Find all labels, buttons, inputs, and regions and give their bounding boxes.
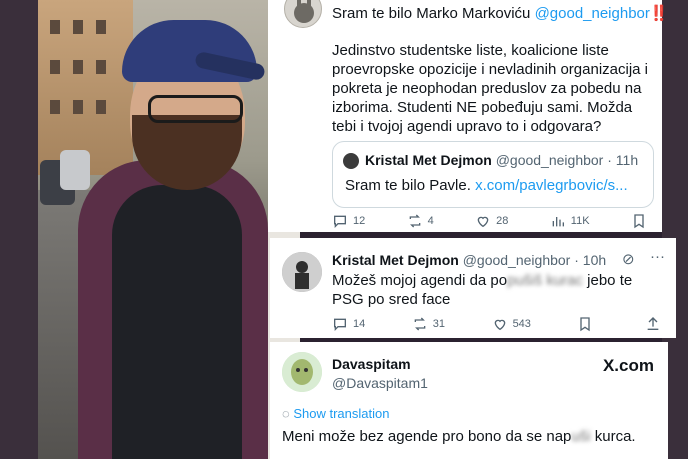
repost-count: 31	[432, 318, 446, 330]
avatar[interactable]	[282, 352, 322, 392]
tweet-card-3[interactable]: Davaspitam @Davaspitam1 X.com ◌ Show tra…	[270, 342, 668, 459]
mention-link[interactable]: @good_neighbor	[535, 5, 650, 22]
background-photo	[0, 0, 300, 459]
like-count: 543	[512, 318, 531, 330]
quote-author-name: Kristal Met Dejmon	[365, 152, 492, 168]
like-count: 28	[496, 215, 509, 227]
reply-icon	[334, 318, 346, 331]
tweet-text-part1: Možeš mojoj agendi da po	[332, 272, 508, 289]
quote-avatar	[343, 153, 359, 169]
blurred-word: uši	[571, 428, 591, 445]
reply-count: 14	[353, 318, 366, 330]
repost-button[interactable]: 4	[407, 213, 434, 229]
views-button[interactable]: 11K	[550, 213, 590, 229]
tweet-text-line2: PSG po sred face	[332, 291, 451, 308]
tweet-time: · 10h	[574, 252, 607, 268]
avatar[interactable]	[282, 252, 322, 292]
views-icon	[552, 217, 564, 227]
tweet-text-part2: jebo te	[583, 272, 633, 289]
x-logo[interactable]: X.com	[603, 356, 654, 376]
tweet-body: Jedinstvo studentske liste, koalicione l…	[332, 42, 649, 135]
tweet-header-text: Sram te bilo Marko Markoviću	[332, 5, 535, 22]
translate-icon: ◌	[282, 406, 290, 421]
quoted-tweet[interactable]: Kristal Met Dejmon @good_neighbor · 11h …	[332, 141, 654, 208]
avatar[interactable]	[284, 0, 322, 28]
quote-link[interactable]: x.com/pavlegrbovic/s...	[475, 177, 628, 194]
repost-count: 4	[427, 215, 434, 227]
quote-handle: @good_neighbor	[495, 152, 604, 168]
author-handle[interactable]: @Davaspitam1	[332, 375, 428, 391]
repost-icon	[409, 214, 420, 228]
heart-icon	[494, 319, 505, 331]
share-icon	[647, 317, 659, 330]
author-name[interactable]: Davaspitam	[332, 356, 411, 372]
tweet-text-part1: Meni može bez agende pro bono da se nap	[282, 428, 572, 445]
quote-text: Sram te bilo Pavle.	[345, 177, 476, 194]
reply-button[interactable]: 14	[332, 316, 365, 332]
bookmark-icon	[580, 317, 591, 332]
like-button[interactable]: 28	[475, 213, 508, 229]
repost-button[interactable]: 31	[412, 316, 445, 332]
share-button[interactable]	[645, 316, 666, 332]
author-handle[interactable]: @good_neighbor	[463, 252, 571, 268]
bookmark-icon	[634, 214, 644, 229]
repost-icon	[414, 317, 426, 331]
double-exclamation-icon: ‼️	[649, 5, 669, 22]
show-translation-link[interactable]: Show translation	[293, 406, 389, 421]
more-icon[interactable]: ···	[650, 248, 665, 265]
grok-icon[interactable]: ⊘	[622, 250, 635, 268]
tweet-card-1[interactable]: Sram te bilo Marko Markoviću @good_neigh…	[268, 0, 669, 232]
author-name[interactable]: Kristal Met Dejmon	[332, 252, 459, 268]
heart-icon	[477, 216, 489, 228]
bookmark-button[interactable]	[631, 213, 652, 229]
quote-time: · 11h	[607, 152, 639, 168]
reply-count: 12	[353, 215, 366, 227]
reply-button[interactable]: 12	[332, 213, 365, 229]
like-button[interactable]: 543	[492, 316, 531, 332]
bookmark-button[interactable]	[577, 316, 598, 332]
views-count: 11K	[570, 215, 590, 227]
tweet-card-2[interactable]: Kristal Met Dejmon @good_neighbor · 10h …	[270, 238, 676, 338]
tweet-text-part2: kurca.	[590, 428, 636, 445]
reply-icon	[334, 215, 346, 228]
blurred-word-2: kurac	[546, 272, 583, 289]
blurred-word-1: pušiš	[507, 272, 543, 289]
